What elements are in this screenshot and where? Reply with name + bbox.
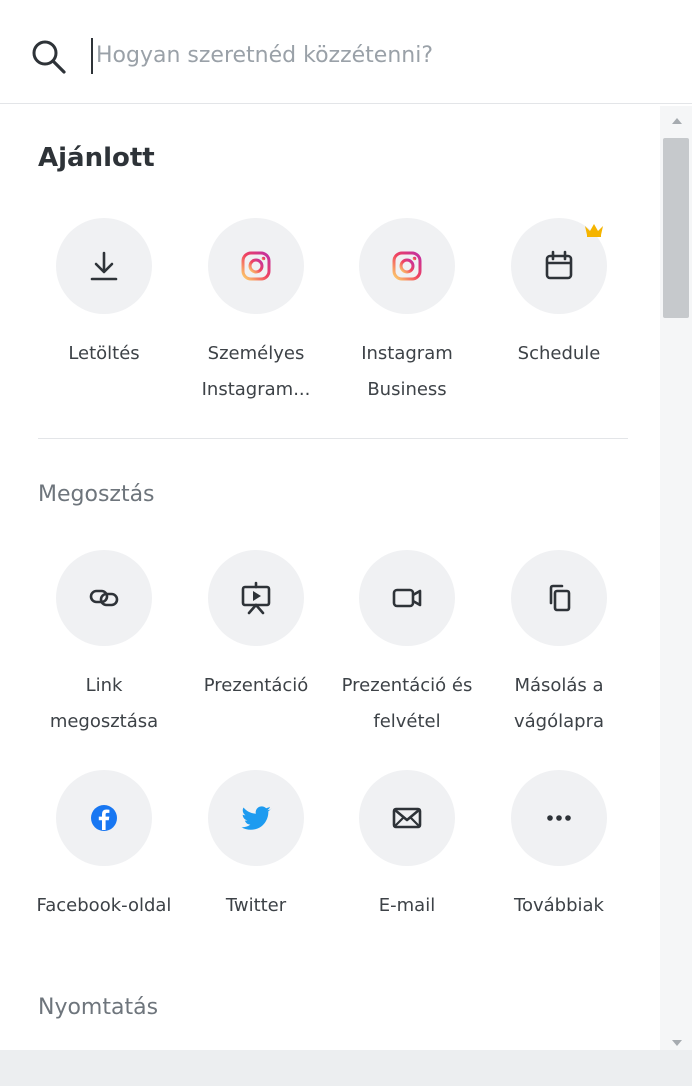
option-present-and-record[interactable]: Prezentáció és felvétel bbox=[332, 550, 482, 740]
option-download[interactable]: Letöltés bbox=[29, 218, 179, 372]
option-circle bbox=[56, 770, 152, 866]
search-bar bbox=[0, 0, 692, 104]
option-share-link[interactable]: Link megosztása bbox=[29, 550, 179, 740]
calendar-icon bbox=[545, 250, 573, 280]
text-caret bbox=[91, 38, 93, 74]
option-label: Letöltés bbox=[68, 343, 140, 364]
twitter-icon bbox=[241, 806, 272, 830]
option-email[interactable]: E-mail bbox=[332, 770, 482, 924]
option-label: Twitter bbox=[225, 895, 287, 916]
option-label: Facebook-oldal bbox=[36, 895, 172, 916]
option-circle bbox=[359, 218, 455, 314]
share-options-panel: Ajánlott Letöltés Személyes Instagram...… bbox=[0, 105, 692, 1050]
facebook-icon bbox=[91, 805, 117, 831]
option-label: Másolás a vágólapra bbox=[513, 675, 604, 732]
section-title-print: Nyomtatás bbox=[38, 995, 159, 1020]
option-label: Link megosztása bbox=[49, 675, 159, 732]
presentation-icon bbox=[241, 581, 271, 615]
download-icon bbox=[90, 251, 118, 281]
option-facebook-page[interactable]: Facebook-oldal bbox=[29, 770, 179, 924]
copy-icon bbox=[549, 584, 571, 612]
option-circle bbox=[208, 770, 304, 866]
panel-footer bbox=[0, 1050, 692, 1086]
option-circle bbox=[359, 770, 455, 866]
section-title-share: Megosztás bbox=[38, 482, 155, 507]
more-icon bbox=[547, 815, 571, 821]
link-icon bbox=[89, 589, 119, 607]
search-icon bbox=[32, 40, 66, 74]
section-title-recommended: Ajánlott bbox=[38, 143, 155, 173]
scrollbar-thumb[interactable] bbox=[663, 138, 689, 318]
option-label: Instagram Business bbox=[361, 343, 453, 400]
option-label: Személyes Instagram... bbox=[201, 343, 311, 400]
option-circle bbox=[208, 218, 304, 314]
option-label: Schedule bbox=[517, 343, 601, 364]
option-present[interactable]: Prezentáció bbox=[181, 550, 331, 704]
option-label: Továbbiak bbox=[514, 895, 604, 916]
option-circle bbox=[511, 770, 607, 866]
option-label: Prezentáció és felvétel bbox=[341, 675, 473, 732]
video-camera-icon bbox=[392, 588, 422, 608]
option-circle bbox=[511, 550, 607, 646]
option-more[interactable]: Továbbiak bbox=[484, 770, 634, 924]
option-instagram-business[interactable]: Instagram Business bbox=[332, 218, 482, 408]
option-label: Prezentáció bbox=[203, 675, 309, 696]
option-personal-instagram[interactable]: Személyes Instagram... bbox=[181, 218, 331, 408]
option-twitter[interactable]: Twitter bbox=[181, 770, 331, 924]
option-circle bbox=[359, 550, 455, 646]
option-circle bbox=[208, 550, 304, 646]
section-divider bbox=[38, 438, 628, 439]
crown-icon bbox=[585, 224, 603, 237]
option-schedule[interactable]: Schedule bbox=[484, 218, 634, 372]
instagram-icon bbox=[241, 251, 271, 281]
scroll-down-arrow-icon[interactable] bbox=[672, 1040, 682, 1046]
mail-icon bbox=[392, 807, 422, 829]
option-circle bbox=[56, 550, 152, 646]
option-circle bbox=[56, 218, 152, 314]
scroll-up-arrow-icon[interactable] bbox=[672, 118, 682, 124]
search-input[interactable] bbox=[96, 30, 656, 80]
option-label: E-mail bbox=[378, 895, 436, 916]
option-copy-to-clipboard[interactable]: Másolás a vágólapra bbox=[484, 550, 634, 740]
instagram-icon bbox=[392, 251, 422, 281]
